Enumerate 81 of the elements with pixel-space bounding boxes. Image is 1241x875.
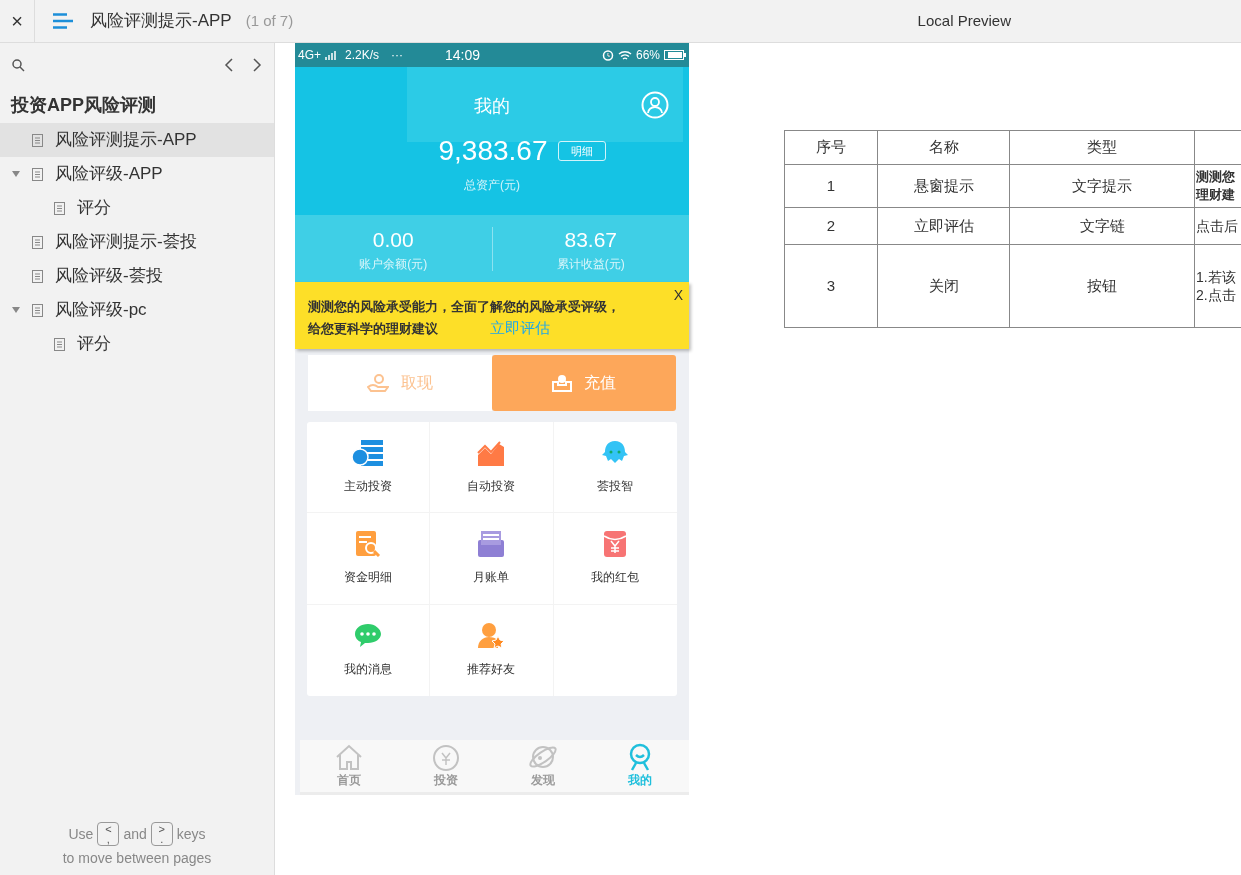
feature-label[interactable]: 月账单	[473, 568, 510, 587]
table-cell: 1	[784, 164, 878, 208]
banner-text: 给您更科学的理财建议	[308, 319, 438, 338]
feature-label[interactable]: 主动投资	[344, 477, 393, 496]
hint-text: Use	[68, 824, 94, 844]
network-label: 4G+	[298, 47, 321, 64]
table-cell: 悬窗提示	[877, 164, 1010, 208]
more-label: ···	[391, 47, 404, 64]
previous-page-icon[interactable]	[224, 58, 233, 72]
project-title: 投资APP风险评测	[9, 93, 157, 117]
alarm-icon	[601, 49, 614, 61]
page-title: 风险评测提示-APP	[90, 10, 232, 33]
page-icon	[32, 235, 43, 249]
screen-title: 我的	[474, 95, 510, 118]
search-icon[interactable]	[12, 58, 25, 72]
signal-icon	[325, 50, 337, 60]
next-page-icon[interactable]	[253, 58, 262, 72]
tray-icon	[552, 374, 572, 392]
speed-label: 2.2K/s	[345, 47, 380, 64]
page-icon	[54, 201, 65, 215]
hint-text: and	[123, 824, 147, 844]
column-header: 类型	[1009, 130, 1195, 165]
coins-icon	[351, 439, 386, 468]
preview-label: Local Preview	[917, 10, 1011, 31]
banner-text: 测测您的风险承受能力，全面了解您的风险承受评级，	[308, 298, 620, 316]
table-cell: 2	[784, 207, 878, 245]
clock-label: 14:09	[445, 45, 481, 65]
battery-label: 66%	[635, 47, 660, 64]
table-cell: 文字链	[1009, 207, 1195, 245]
hand-coin-icon	[367, 374, 389, 392]
money-bag-icon	[430, 743, 461, 771]
hint-text: to move between pages	[62, 849, 212, 868]
feature-label[interactable]: 推荐好友	[467, 660, 516, 679]
page-tree-item[interactable]: 评分	[0, 327, 274, 361]
keyboard-key: > .	[150, 822, 173, 846]
planet-icon	[528, 743, 559, 771]
page-icon	[32, 133, 43, 147]
menu-icon[interactable]	[53, 13, 73, 29]
stat-value: 83.67	[564, 226, 618, 253]
table-cell: 3	[784, 244, 878, 328]
table-cell: 关闭	[877, 244, 1010, 328]
stat-label: 账户余额(元)	[359, 256, 428, 274]
column-header: 名称	[877, 130, 1010, 165]
expanded-caret-icon[interactable]	[12, 307, 20, 313]
person-star-icon	[477, 622, 506, 651]
banner-close-button[interactable]: X	[673, 285, 683, 306]
close-button[interactable]: ×	[0, 0, 35, 42]
feature-label[interactable]: 自动投资	[467, 477, 516, 496]
avatar-icon[interactable]	[641, 91, 669, 119]
column-header: 序号	[784, 130, 878, 165]
page-tree-item[interactable]: 风险评测提示-APP	[0, 123, 274, 157]
page-tree-item[interactable]: 风险评级-APP	[0, 157, 274, 191]
page-tree-item[interactable]: 风险评测提示-荟投	[0, 225, 274, 259]
table-cell: 文字提示	[1009, 164, 1195, 208]
total-assets-label: 总资产(元)	[464, 177, 520, 194]
page-icon	[54, 337, 65, 351]
total-assets-amount: 9,383.67	[438, 134, 548, 168]
page-icon	[32, 167, 43, 181]
envelope-icon	[603, 530, 628, 559]
page-icon	[32, 269, 43, 283]
feature-label[interactable]: 我的红包	[591, 568, 640, 587]
feature-label[interactable]: 资金明细	[344, 568, 393, 587]
bill-icon	[477, 530, 506, 559]
table-cell: 立即评估	[877, 207, 1010, 245]
page-counter: (1 of 7)	[245, 10, 294, 31]
document-search-icon	[355, 530, 382, 559]
feature-label[interactable]: 我的消息	[344, 660, 393, 679]
page-tree-item[interactable]: 风险评级-pc	[0, 293, 274, 327]
page-tree-item[interactable]: 风险评级-荟投	[0, 259, 274, 293]
battery-icon	[664, 50, 686, 60]
chart-icon	[476, 439, 507, 468]
page-icon	[32, 303, 43, 317]
expanded-caret-icon[interactable]	[12, 171, 20, 177]
feature-label[interactable]: 荟投智	[597, 477, 634, 496]
stat-label: 累计收益(元)	[556, 256, 625, 274]
wifi-icon	[617, 49, 632, 61]
stat-value: 0.00	[372, 226, 414, 253]
table-cell: 按钮	[1009, 244, 1195, 328]
hint-text: keys	[176, 824, 206, 844]
keyboard-key: < ,	[97, 822, 120, 846]
page-tree-item[interactable]: 评分	[0, 191, 274, 225]
